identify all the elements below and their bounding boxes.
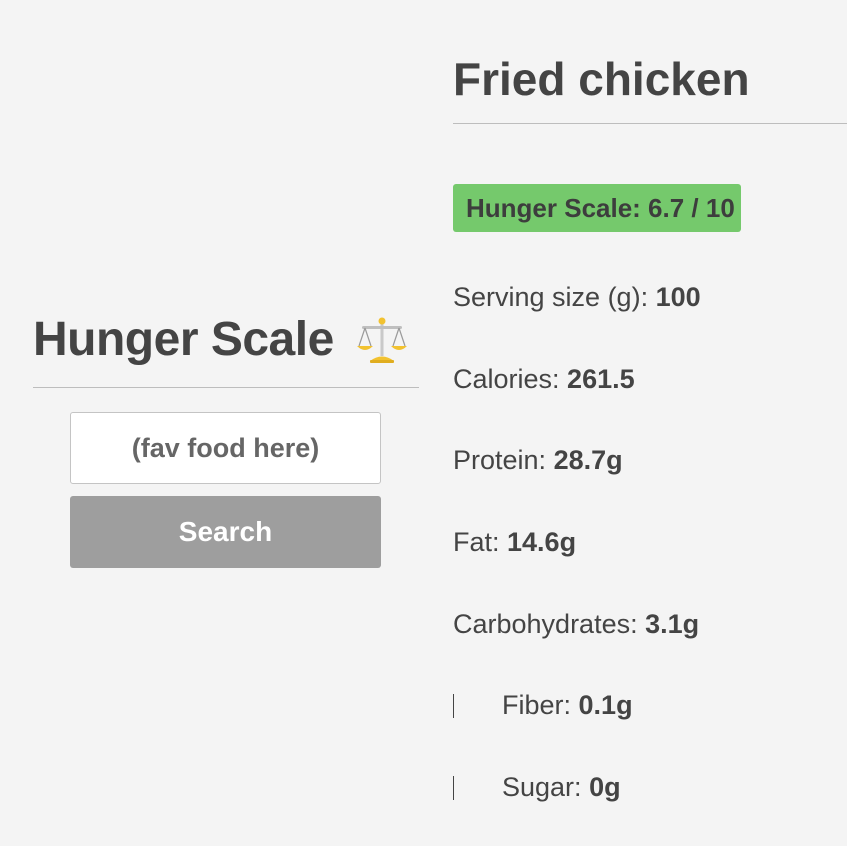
nutrient-fiber: Fiber: 0.1g (453, 690, 633, 721)
nutrient-value: 28.7g (553, 445, 623, 475)
nutrient-label: Protein: (453, 445, 554, 475)
nutrient-sugar: Sugar: 0g (453, 772, 621, 803)
nutrient-value: 3.1g (645, 609, 700, 639)
app-header: Hunger Scale (33, 306, 419, 388)
nutrient-carbohydrates: Carbohydrates: 3.1g (453, 609, 699, 640)
sub-item-rule (453, 694, 454, 718)
app-page: Hunger Scale (fav food here) Search Frie… (0, 0, 847, 846)
nutrient-label: Serving size (g): (453, 282, 656, 312)
nutrient-fat: Fat: 14.6g (453, 527, 576, 558)
app-title: Hunger Scale (33, 313, 334, 366)
food-title: Fried chicken (453, 48, 847, 124)
food-search-input[interactable] (70, 412, 381, 484)
nutrient-value: 0g (589, 772, 621, 802)
nutrient-label: Fiber: (502, 690, 579, 720)
nutrient-value: 261.5 (567, 364, 635, 394)
search-panel: Hunger Scale (fav food here) Search (33, 306, 419, 568)
nutrient-value: 0.1g (578, 690, 633, 720)
nutrient-serving-size: Serving size (g): 100 (453, 282, 701, 313)
nutrient-label: Sugar: (502, 772, 590, 802)
balance-scale-icon (356, 317, 407, 363)
search-button[interactable]: Search (70, 496, 381, 568)
nutrient-label: Carbohydrates: (453, 609, 646, 639)
nutrient-value: 14.6g (507, 527, 577, 557)
nutrient-value: 100 (655, 282, 701, 312)
nutrient-label: Fat: (453, 527, 508, 557)
nutrient-protein: Protein: 28.7g (453, 445, 623, 476)
nutrient-calories: Calories: 261.5 (453, 364, 635, 395)
nutrient-label: Calories: (453, 364, 568, 394)
hunger-scale-label: Hunger Scale: 6.7 / 10 (466, 193, 735, 223)
hunger-scale-bar: Hunger Scale: 6.7 / 10 (453, 184, 741, 232)
sub-item-rule (453, 776, 454, 800)
food-details-panel: Fried chicken Hunger Scale: 6.7 / 10 Ser… (453, 48, 847, 802)
